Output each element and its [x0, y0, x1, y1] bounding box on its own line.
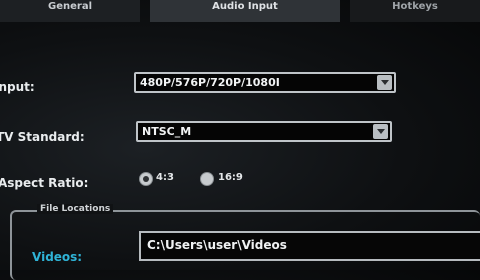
videos-path-value: C:\Users\user\Videos: [147, 238, 287, 252]
tab-hotkeys[interactable]: Hotkeys: [350, 0, 480, 22]
tab-audio-input[interactable]: Audio Input: [150, 0, 340, 22]
aspect-ratio-label: Aspect Ratio:: [0, 176, 89, 190]
aspect-ratio-radio-16-9[interactable]: [200, 172, 214, 186]
input-select-value: 480P/576P/720P/1080I: [140, 76, 280, 89]
input-select[interactable]: 480P/576P/720P/1080I: [134, 72, 396, 93]
file-locations-legend: File Locations: [37, 204, 114, 214]
tv-standard-select-value: NTSC_M: [142, 125, 192, 138]
chevron-down-icon[interactable]: [373, 124, 388, 139]
aspect-ratio-option-label[interactable]: 4:3: [156, 172, 174, 183]
aspect-ratio-radio-4-3[interactable]: [139, 172, 153, 186]
tv-standard-select[interactable]: NTSC_M: [136, 121, 392, 142]
tab-bar: General Audio Input Hotkeys: [0, 0, 480, 22]
tv-standard-label: TV Standard:: [0, 130, 85, 144]
tab-general[interactable]: General: [0, 0, 140, 22]
videos-label: Videos:: [32, 250, 83, 264]
chevron-down-icon[interactable]: [377, 75, 392, 90]
input-label: Input:: [0, 80, 35, 94]
videos-path-field[interactable]: C:\Users\user\Videos: [139, 231, 480, 261]
aspect-ratio-option-label[interactable]: 16:9: [218, 172, 243, 183]
